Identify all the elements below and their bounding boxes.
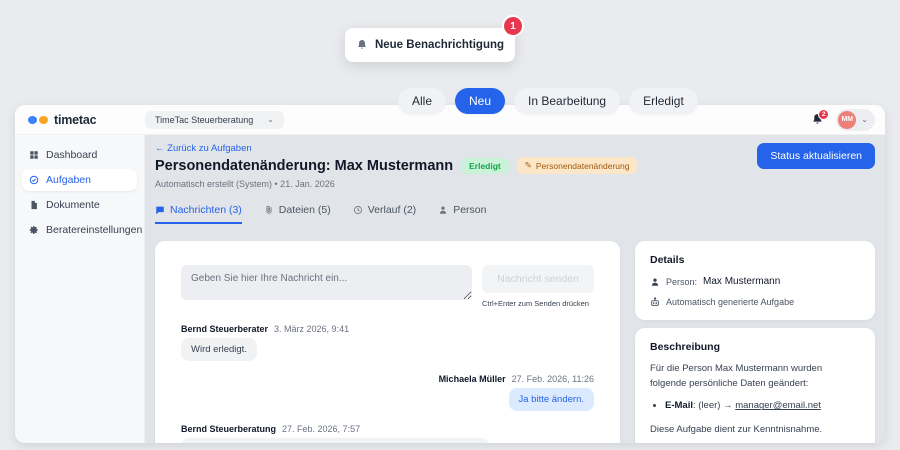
toast-label: Neue Benachrichtigung — [374, 39, 505, 51]
send-hint: Ctrl+Enter zum Senden drücken — [482, 299, 589, 308]
check-circle-icon — [29, 175, 39, 185]
message-sender: Bernd Steuerberater — [181, 324, 269, 334]
message-item: Michaela Müller 27. Feb. 2026, 11:26 Ja … — [181, 374, 594, 411]
notification-toast[interactable]: Neue Benachrichtigung 1 — [345, 15, 524, 62]
message-sender: Bernd Steuerberatung — [181, 424, 277, 434]
message-sender: Michaela Müller — [438, 374, 506, 384]
message-time: 27. Feb. 2026, 7:57 — [282, 424, 361, 434]
tab-nachrichten[interactable]: Nachrichten (3) — [155, 204, 242, 224]
messages-panel: Nachricht senden Ctrl+Enter zum Senden d… — [155, 241, 620, 443]
filter-erledigt[interactable]: Erledigt — [629, 88, 698, 114]
sidebar-item-label: Dashboard — [46, 149, 98, 161]
toast-count-badge: 1 — [502, 15, 524, 37]
message-time: 3. März 2026, 9:41 — [274, 324, 350, 334]
description-intro: Für die Person Max Mustermann wurden fol… — [650, 363, 823, 389]
tab-dateien[interactable]: Dateien (5) — [264, 204, 331, 224]
document-icon — [29, 200, 39, 210]
bot-icon — [650, 297, 660, 307]
person-label: Person: — [666, 276, 698, 287]
chevron-down-icon: ⌄ — [267, 114, 274, 124]
logo-dot-blue-icon — [28, 115, 37, 124]
person-icon — [438, 205, 448, 215]
brand-name: timetac — [54, 112, 97, 127]
auto-note: Automatisch generierte Aufgabe — [666, 297, 795, 307]
person-icon — [650, 277, 660, 287]
filter-alle[interactable]: Alle — [398, 88, 447, 114]
description-outro: Diese Aufgabe dient zur Kenntnisnahme. — [650, 423, 823, 435]
email-link[interactable]: manager@email.net — [735, 400, 821, 411]
task-type-badge: ✎ Personendatenänderung — [516, 157, 638, 174]
message-bubble: Ja bitte ändern. — [508, 388, 594, 411]
person-value: Max Mustermann — [703, 276, 781, 287]
user-menu[interactable]: MM ⌄ — [836, 108, 875, 131]
avatar: MM — [838, 110, 857, 129]
filter-in-bearbeitung[interactable]: In Bearbeitung — [514, 88, 621, 114]
filter-neu[interactable]: Neu — [455, 88, 506, 114]
task-tabs: Nachrichten (3) Dateien (5) Verlauf (2) — [155, 204, 875, 224]
main-content: ← Zurück zu Aufgaben Personendatenänderu… — [145, 135, 885, 443]
message-input[interactable] — [181, 265, 472, 300]
status-filters: Alle Neu In Bearbeitung Erledigt — [398, 88, 698, 114]
page-title: Personendatenänderung: Max Mustermann — [155, 157, 454, 174]
sidebar-item-aufgaben[interactable]: Aufgaben — [22, 169, 137, 191]
sidebar-item-dashboard[interactable]: Dashboard — [22, 144, 137, 166]
paperclip-icon — [264, 205, 274, 215]
bell-icon — [356, 39, 368, 51]
message-time: 27. Feb. 2026, 11:26 — [511, 374, 594, 384]
logo-dot-orange-icon — [39, 115, 48, 124]
message-composer: Nachricht senden Ctrl+Enter zum Senden d… — [181, 265, 594, 308]
chevron-down-icon: ⌄ — [861, 114, 868, 124]
workspace-select[interactable]: TimeTac Steuerberatung ⌄ — [145, 110, 284, 129]
bell-count-badge: 2 — [818, 109, 830, 120]
update-status-button[interactable]: Status aktualisieren — [757, 143, 875, 169]
app-window: timetac TimeTac Steuerberatung ⌄ 2 MM ⌄ … — [15, 105, 885, 443]
gear-icon — [29, 225, 39, 235]
message-item: Bernd Steuerberater 3. März 2026, 9:41 W… — [181, 324, 594, 361]
task-meta: Automatisch erstellt (System) • 21. Jan.… — [155, 179, 335, 189]
message-item: Bernd Steuerberatung 27. Feb. 2026, 7:57… — [181, 424, 594, 443]
sidebar: Dashboard Aufgaben Dokumente Beratereins… — [15, 135, 145, 443]
message-bubble: Wird erledigt. — [181, 338, 257, 361]
chat-icon — [155, 205, 165, 215]
tab-verlauf[interactable]: Verlauf (2) — [353, 204, 416, 224]
details-heading: Details — [650, 254, 685, 266]
back-to-tasks-link[interactable]: ← Zurück zu Aufgaben — [155, 143, 637, 154]
app-logo: timetac — [15, 113, 145, 127]
sidebar-item-label: Dokumente — [46, 199, 100, 211]
tab-person[interactable]: Person — [438, 204, 486, 224]
notifications-bell-button[interactable]: 2 — [811, 109, 830, 126]
pen-icon: ✎ — [524, 160, 532, 170]
send-message-button[interactable]: Nachricht senden — [482, 265, 594, 293]
description-heading: Beschreibung — [650, 341, 721, 353]
sidebar-item-beratereinstellungen[interactable]: Beratereinstellungen — [22, 219, 142, 241]
details-panel: Details Person: Max Mustermann Automatis… — [635, 241, 875, 320]
description-panel: Beschreibung Für die Person Max Musterma… — [635, 328, 875, 443]
sidebar-item-dokumente[interactable]: Dokumente — [22, 194, 137, 216]
history-icon — [353, 205, 363, 215]
sidebar-item-label: Beratereinstellungen — [46, 224, 143, 236]
change-item: E-Mail: (leer) → manager@email.net — [665, 399, 860, 413]
workspace-label: TimeTac Steuerberatung — [155, 114, 254, 125]
message-list: Bernd Steuerberater 3. März 2026, 9:41 W… — [181, 324, 594, 443]
status-badge: Erledigt — [461, 157, 509, 174]
sidebar-item-label: Aufgaben — [46, 174, 91, 186]
message-bubble: Sollen die Kontaktinformationen auf unse… — [181, 438, 490, 443]
dashboard-icon — [29, 150, 39, 160]
